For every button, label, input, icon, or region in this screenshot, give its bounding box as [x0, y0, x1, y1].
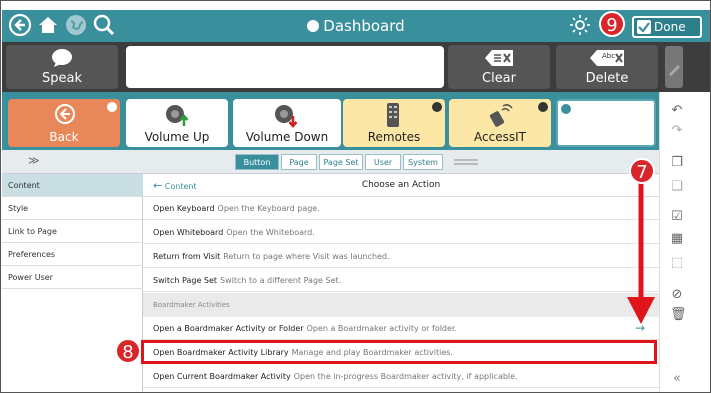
- empty-selected-button[interactable]: [556, 99, 656, 147]
- action-switch-page-set[interactable]: Switch Page Set Switch to a different Pag…: [143, 269, 659, 292]
- page-button-row: Back Volume Up Volume Down Remotes Acces…: [2, 92, 659, 150]
- action-desc: Open the in-progress Boardmaker activity…: [293, 372, 518, 381]
- brightness-icon[interactable]: [568, 13, 592, 37]
- back-page-button[interactable]: Back: [8, 99, 120, 147]
- speech-row: Speak Clear Abc Delete: [2, 42, 710, 92]
- right-toolbar: ↶ ↷ ❐ ❏ ☑ ▦ ⬚ ⊘ 🗑 «: [659, 92, 710, 392]
- hide-icon[interactable]: ⊘: [670, 288, 684, 302]
- accessit-icon: [489, 104, 513, 127]
- corner-arrow-icon: [538, 102, 548, 112]
- drag-handle-icon[interactable]: [454, 159, 478, 165]
- pencil-icon: [669, 65, 680, 76]
- marquee-icon[interactable]: ⬚: [670, 256, 684, 270]
- select-icon[interactable]: ☑: [670, 210, 684, 224]
- tab-button[interactable]: Button: [235, 154, 279, 170]
- paste-icon[interactable]: ❏: [670, 180, 684, 194]
- remotes-button[interactable]: Remotes: [343, 99, 445, 147]
- volume-down-label: Volume Down: [245, 130, 329, 144]
- action-open-boardmaker-activity-or-folder[interactable]: Open a Boardmaker Activity or Folder Open…: [143, 317, 659, 340]
- nav-item-power-user[interactable]: Power User: [2, 266, 143, 289]
- undo-icon[interactable]: ↶: [670, 104, 684, 118]
- action-desc: Open the Whiteboard.: [226, 228, 315, 237]
- dashboard-icon: [307, 20, 320, 32]
- speak-label: Speak: [42, 71, 82, 86]
- delete-icon-text: Abc: [602, 52, 616, 60]
- grid-icon[interactable]: ▦: [670, 232, 684, 246]
- volume-up-button[interactable]: Volume Up: [126, 99, 228, 147]
- delete-label: Delete: [585, 71, 629, 86]
- message-bar[interactable]: [126, 46, 444, 88]
- tab-page-set[interactable]: Page Set: [319, 154, 363, 170]
- action-open-current-boardmaker-activity[interactable]: Open Current Boardmaker Activity Open the…: [143, 365, 659, 388]
- action-name: Return from Visit: [153, 252, 221, 261]
- remote-control-icon: [387, 103, 399, 127]
- accessit-button[interactable]: AccessIT: [449, 99, 551, 147]
- panel-title: Choose an Action: [361, 180, 441, 190]
- action-desc: Open a Boardmaker activity or folder.: [306, 324, 458, 333]
- nav-item-link-to-page[interactable]: Link to Page: [2, 220, 143, 243]
- nav-item-preferences[interactable]: Preferences: [2, 243, 143, 266]
- action-desc: Open the Keyboard page.: [217, 204, 320, 213]
- volume-up-icon: [166, 105, 189, 126]
- section-header-boardmaker: Boardmaker Activities: [143, 293, 659, 317]
- collapse-chevron-icon[interactable]: ≫: [28, 154, 40, 167]
- action-return-from-visit[interactable]: Return from Visit Return to page where Vi…: [143, 245, 659, 268]
- corner-arrow-icon: [432, 102, 442, 112]
- step-badge-8: 8: [115, 338, 141, 364]
- action-name: Open Keyboard: [153, 204, 215, 213]
- action-desc: Switch to a different Page Set.: [220, 276, 342, 285]
- edit-pencil-button[interactable]: [665, 46, 683, 88]
- volume-up-label: Volume Up: [144, 130, 210, 144]
- speech-bubble-icon: [52, 49, 72, 67]
- speak-button[interactable]: Speak: [6, 45, 118, 89]
- page-title: Dashboard: [323, 17, 405, 35]
- clear-button[interactable]: Clear: [448, 45, 550, 89]
- corner-arrow-icon: [107, 102, 117, 112]
- tab-user[interactable]: User: [365, 154, 401, 170]
- copy-icon[interactable]: ❐: [670, 156, 684, 170]
- highlight-box: [141, 340, 657, 364]
- done-label: Done: [654, 20, 686, 34]
- collapse-icon[interactable]: «: [670, 372, 684, 386]
- back-page-label: Back: [49, 130, 79, 144]
- action-desc: Return to page where Visit was launched.: [223, 252, 390, 261]
- clear-label: Clear: [482, 71, 516, 86]
- delete-button[interactable]: Abc Delete: [556, 45, 658, 89]
- nav-item-style[interactable]: Style: [2, 197, 143, 220]
- red-arrow-icon: [627, 179, 655, 324]
- action-name: Open Whiteboard: [153, 228, 224, 237]
- action-open-keyboard[interactable]: Open Keyboard Open the Keyboard page.: [143, 197, 659, 220]
- trash-icon[interactable]: 🗑: [670, 308, 687, 322]
- tab-page[interactable]: Page: [281, 154, 317, 170]
- remotes-label: Remotes: [367, 130, 421, 144]
- action-open-whiteboard[interactable]: Open Whiteboard Open the Whiteboard.: [143, 221, 659, 244]
- back-arrow-icon: [55, 104, 75, 124]
- checkmark-icon: [637, 20, 651, 34]
- volume-down-icon: [275, 105, 298, 128]
- volume-down-button[interactable]: Volume Down: [233, 99, 341, 147]
- action-name: Open a Boardmaker Activity or Folder: [153, 324, 304, 333]
- clear-icon: [485, 50, 513, 66]
- accessit-label: AccessIT: [474, 130, 526, 144]
- tab-system[interactable]: System: [403, 154, 443, 170]
- action-name: Open Current Boardmaker Activity: [153, 372, 291, 381]
- tab-strip: ≫ Button Page Page Set User System: [2, 150, 659, 174]
- action-name: Switch Page Set: [153, 276, 218, 285]
- redo-icon[interactable]: ↷: [670, 124, 684, 138]
- app-window: Dashboard Done Speak Clear Abc Delete Ba…: [0, 0, 711, 393]
- panel-header: ← Content Choose an Action: [143, 174, 659, 197]
- step-badge-9: 9: [599, 11, 625, 37]
- selected-check-icon: [561, 104, 571, 114]
- step-badge-7: 7: [629, 158, 655, 184]
- done-button[interactable]: Done: [632, 16, 702, 38]
- nav-item-content[interactable]: Content: [2, 174, 143, 197]
